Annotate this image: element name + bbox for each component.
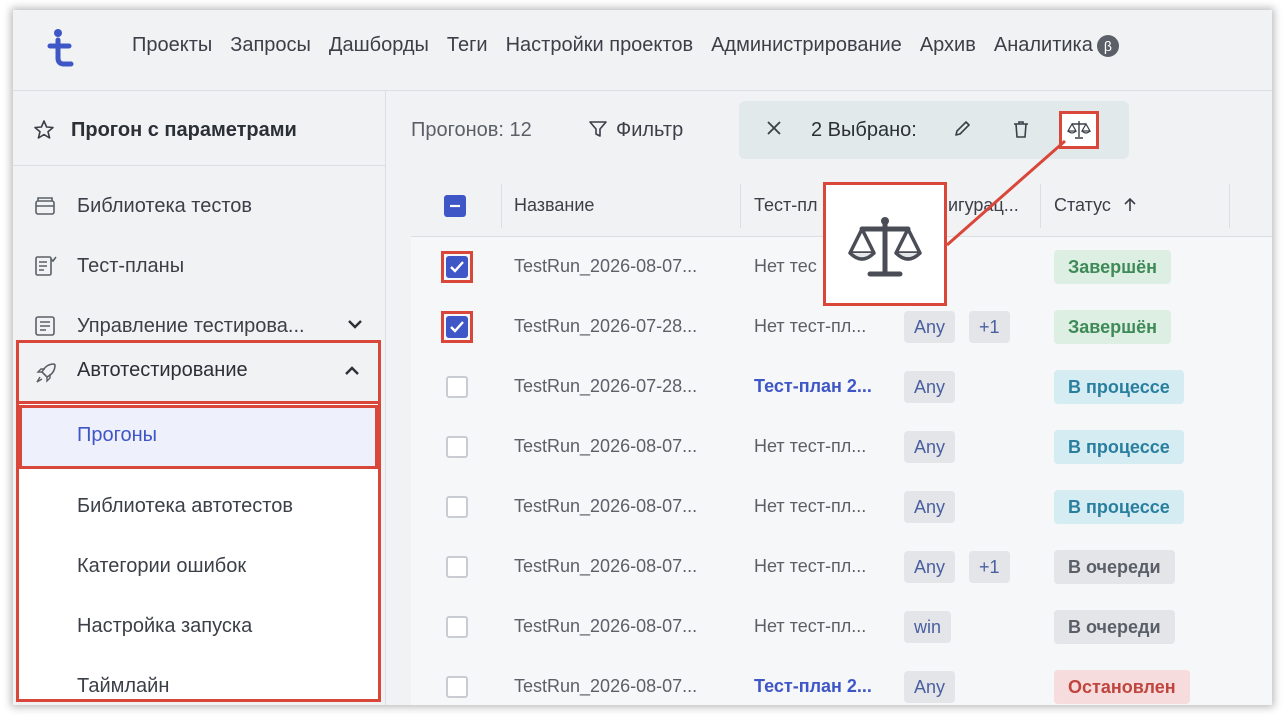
scales-icon-enlarged bbox=[848, 217, 922, 277]
app-window: Проекты Запросы Дашборды Теги Настройки … bbox=[13, 10, 1272, 705]
compare-zoom-callout bbox=[823, 182, 947, 306]
callout-connector bbox=[946, 139, 1066, 247]
